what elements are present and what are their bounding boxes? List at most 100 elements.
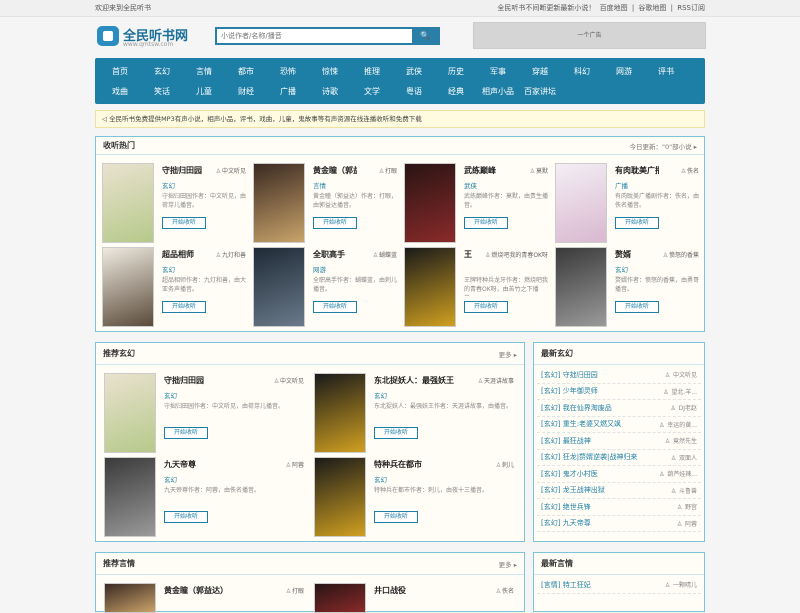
book-cover[interactable] bbox=[314, 457, 366, 537]
list-item[interactable]: [言情] 特工狂妃 ♙ 一颗晴儿 bbox=[537, 577, 701, 594]
category-tag[interactable]: [玄幻] bbox=[541, 519, 560, 527]
book-card[interactable]: 王♙燃烧吧我的青春OK呀王牌特种兵龙牙作者：燃烧吧我的青春OK呀，由苦竹之下播音… bbox=[404, 247, 548, 327]
listen-button[interactable]: 开始收听 bbox=[313, 301, 357, 313]
book-title[interactable]: 九天帝尊 bbox=[164, 459, 264, 470]
site-logo[interactable]: 全民听书网 www.qmtsw.com bbox=[95, 23, 205, 51]
listen-button[interactable]: 开始收听 bbox=[162, 217, 206, 229]
list-item-title[interactable]: [玄幻] 绝世兵锋 bbox=[541, 502, 591, 512]
category-tag[interactable]: [玄幻] bbox=[541, 486, 560, 494]
book-title[interactable]: 超品相师 bbox=[162, 249, 206, 260]
list-item[interactable]: [玄幻] 九天帝尊 ♙ 阿蓉 bbox=[537, 516, 701, 532]
list-item[interactable]: [玄幻] 重生:老婆又燃又飒 ♙ 幸运的黄... bbox=[537, 417, 701, 433]
book-card[interactable]: 黄金瞳（郭益达） ♙打眼 bbox=[104, 583, 304, 613]
book-title[interactable]: 黄金瞳（郭益达） bbox=[164, 585, 264, 596]
book-title[interactable]: 守拙归田园 bbox=[164, 375, 264, 386]
book-title[interactable]: 赘婿 bbox=[615, 249, 659, 260]
listen-button[interactable]: 开始收听 bbox=[464, 217, 508, 229]
nav-item[interactable]: 玄幻 bbox=[141, 66, 183, 77]
search-button[interactable]: 🔍 bbox=[412, 29, 438, 43]
nav-item[interactable]: 相声小品 bbox=[477, 86, 519, 97]
category-tag[interactable]: [玄幻] bbox=[541, 437, 560, 445]
list-item-title[interactable]: [玄幻] 九天帝尊 bbox=[541, 518, 591, 528]
list-item-title[interactable]: [玄幻] 鬼才小村医 bbox=[541, 469, 598, 479]
book-card[interactable]: 赘婿 ♙愤怒的香蕉 玄幻 赘婿作者：愤怒的香蕉，由勇哥播音。 开始收听 bbox=[555, 247, 699, 327]
list-item[interactable]: [玄幻] 最狂战神 ♙ 竟然先生 bbox=[537, 433, 701, 450]
category-tag[interactable]: [玄幻] bbox=[541, 470, 560, 478]
nav-item[interactable]: 经典 bbox=[435, 86, 477, 97]
list-item-title[interactable]: [玄幻] 守拙归田园 bbox=[541, 370, 598, 380]
nav-item[interactable]: 都市 bbox=[225, 66, 267, 77]
book-title[interactable]: 武练巅峰 bbox=[464, 165, 508, 176]
nav-item[interactable]: 科幻 bbox=[561, 66, 603, 77]
book-category[interactable]: 玄幻 bbox=[162, 180, 175, 190]
nav-item[interactable]: 历史 bbox=[435, 66, 477, 77]
list-item-title[interactable]: [玄幻] 我在仙界淘废品 bbox=[541, 403, 612, 413]
nav-item[interactable]: 军事 bbox=[477, 66, 519, 77]
book-cover[interactable] bbox=[314, 583, 366, 613]
listen-button[interactable]: 开始收听 bbox=[374, 427, 418, 439]
book-category[interactable]: 玄幻 bbox=[162, 264, 175, 274]
book-category[interactable]: 广播 bbox=[615, 180, 628, 190]
nav-item[interactable]: 百家讲坛 bbox=[519, 86, 561, 97]
category-tag[interactable]: [玄幻] bbox=[541, 453, 560, 461]
book-cover[interactable] bbox=[102, 163, 154, 243]
book-title[interactable]: 东北捉妖人：最强妖王 bbox=[374, 375, 474, 386]
book-link[interactable]: 龙王战神出狱 bbox=[563, 486, 605, 494]
search-input[interactable] bbox=[217, 29, 412, 43]
listen-button[interactable]: 开始收听 bbox=[313, 217, 357, 229]
listen-button[interactable]: 开始收听 bbox=[374, 511, 418, 523]
book-cover[interactable] bbox=[104, 583, 156, 613]
more-link[interactable]: 更多 ▸ bbox=[499, 559, 517, 569]
nav-item[interactable]: 戏曲 bbox=[99, 86, 141, 97]
baidu-map-link[interactable]: 百度地图 bbox=[600, 4, 628, 12]
category-tag[interactable]: [玄幻] bbox=[541, 387, 560, 395]
book-link[interactable]: 特工狂妃 bbox=[563, 581, 591, 589]
book-category[interactable]: 玄幻 bbox=[374, 474, 387, 484]
nav-item[interactable]: 儿童 bbox=[183, 86, 225, 97]
book-card[interactable]: 守拙归田园 ♙中文听见 玄幻 守拙归田园作者：中文听见，由荷芽儿播音。 开始收听 bbox=[104, 373, 304, 453]
book-cover[interactable] bbox=[404, 163, 456, 243]
nav-item[interactable]: 广播 bbox=[267, 86, 309, 97]
book-link[interactable]: 守拙归田园 bbox=[563, 371, 598, 379]
list-item[interactable]: [玄幻] 鬼才小村医 ♙ 葫芦娃辣... bbox=[537, 466, 701, 483]
nav-item[interactable]: 诗歌 bbox=[309, 86, 351, 97]
list-item[interactable]: [玄幻] 绝世兵锋 ♙ 野宫 bbox=[537, 499, 701, 516]
listen-button[interactable]: 开始收听 bbox=[164, 427, 208, 439]
list-item-title[interactable]: [玄幻] 最狂战神 bbox=[541, 436, 591, 446]
book-card[interactable]: 超品相师 ♙九灯和善 玄幻 超品相师作者：九灯和善，由大亚务声播音。 开始收听 bbox=[102, 247, 246, 327]
book-category[interactable]: 言情 bbox=[313, 180, 326, 190]
book-card[interactable]: 全职高手 ♙蝴蝶蓝 网游 全职高手作者：蝴蝶蓝，由刺儿播音。 开始收听 bbox=[253, 247, 397, 327]
book-category[interactable]: 玄幻 bbox=[164, 390, 177, 400]
book-link[interactable]: 我在仙界淘废品 bbox=[563, 404, 612, 412]
listen-button[interactable]: 开始收听 bbox=[615, 217, 659, 229]
book-cover[interactable] bbox=[104, 373, 156, 453]
nav-item[interactable]: 财经 bbox=[225, 86, 267, 97]
book-card[interactable]: 守拙归田园 ♙中文听见 玄幻 守拙归田园作者：中文听见，由荷芽儿播音。 开始收听 bbox=[102, 163, 246, 243]
list-item-title[interactable]: [玄幻] 重生:老婆又燃又飒 bbox=[541, 419, 621, 429]
nav-item[interactable]: 恐怖 bbox=[267, 66, 309, 77]
listen-button[interactable]: 开始收听 bbox=[162, 301, 206, 313]
nav-item[interactable]: 评书 bbox=[645, 66, 687, 77]
book-cover[interactable] bbox=[102, 247, 154, 327]
book-link[interactable]: 最狂战神 bbox=[563, 437, 591, 445]
book-cover[interactable] bbox=[104, 457, 156, 537]
more-link[interactable]: 更多 ▸ bbox=[499, 349, 517, 359]
book-title[interactable]: 有肉耽美广播… bbox=[615, 165, 659, 176]
list-item[interactable]: [玄幻] 我在仙界淘废品 ♙ DJ老赵 bbox=[537, 400, 701, 417]
book-link[interactable]: 绝世兵锋 bbox=[563, 503, 591, 511]
list-item[interactable]: [玄幻] 守拙归田园 ♙ 中文听见 bbox=[537, 367, 701, 384]
book-category[interactable]: 网游 bbox=[313, 264, 326, 274]
book-card[interactable]: 东北捉妖人：最强妖王 ♙天涯讲故事 玄幻 东北捉妖人：最强妖王作者：天涯讲故事，由播音… bbox=[314, 373, 514, 453]
google-map-link[interactable]: 谷歌地图 bbox=[638, 4, 666, 12]
book-card[interactable]: 九天帝尊 ♙阿蓉 玄幻 九天帝尊作者：阿蓉，由佚名播音。 开始收听 bbox=[104, 457, 304, 537]
category-tag[interactable]: [言情] bbox=[541, 581, 560, 589]
book-link[interactable]: 鬼才小村医 bbox=[563, 470, 598, 478]
nav-item[interactable]: 穿越 bbox=[519, 66, 561, 77]
book-title[interactable]: 全职高手 bbox=[313, 249, 357, 260]
list-item-title[interactable]: [言情] 特工狂妃 bbox=[541, 580, 591, 590]
book-card[interactable]: 黄金瞳（郭益… ♙打眼言情黄金瞳（郭益达）作者：打眼，由郭益达播音。开始收听 bbox=[253, 163, 397, 243]
book-title[interactable]: 井口战役 bbox=[374, 585, 474, 596]
list-item-title[interactable]: [玄幻] 龙王战神出狱 bbox=[541, 485, 605, 495]
nav-item[interactable]: 推理 bbox=[351, 66, 393, 77]
listen-button[interactable]: 开始收听 bbox=[464, 301, 508, 313]
